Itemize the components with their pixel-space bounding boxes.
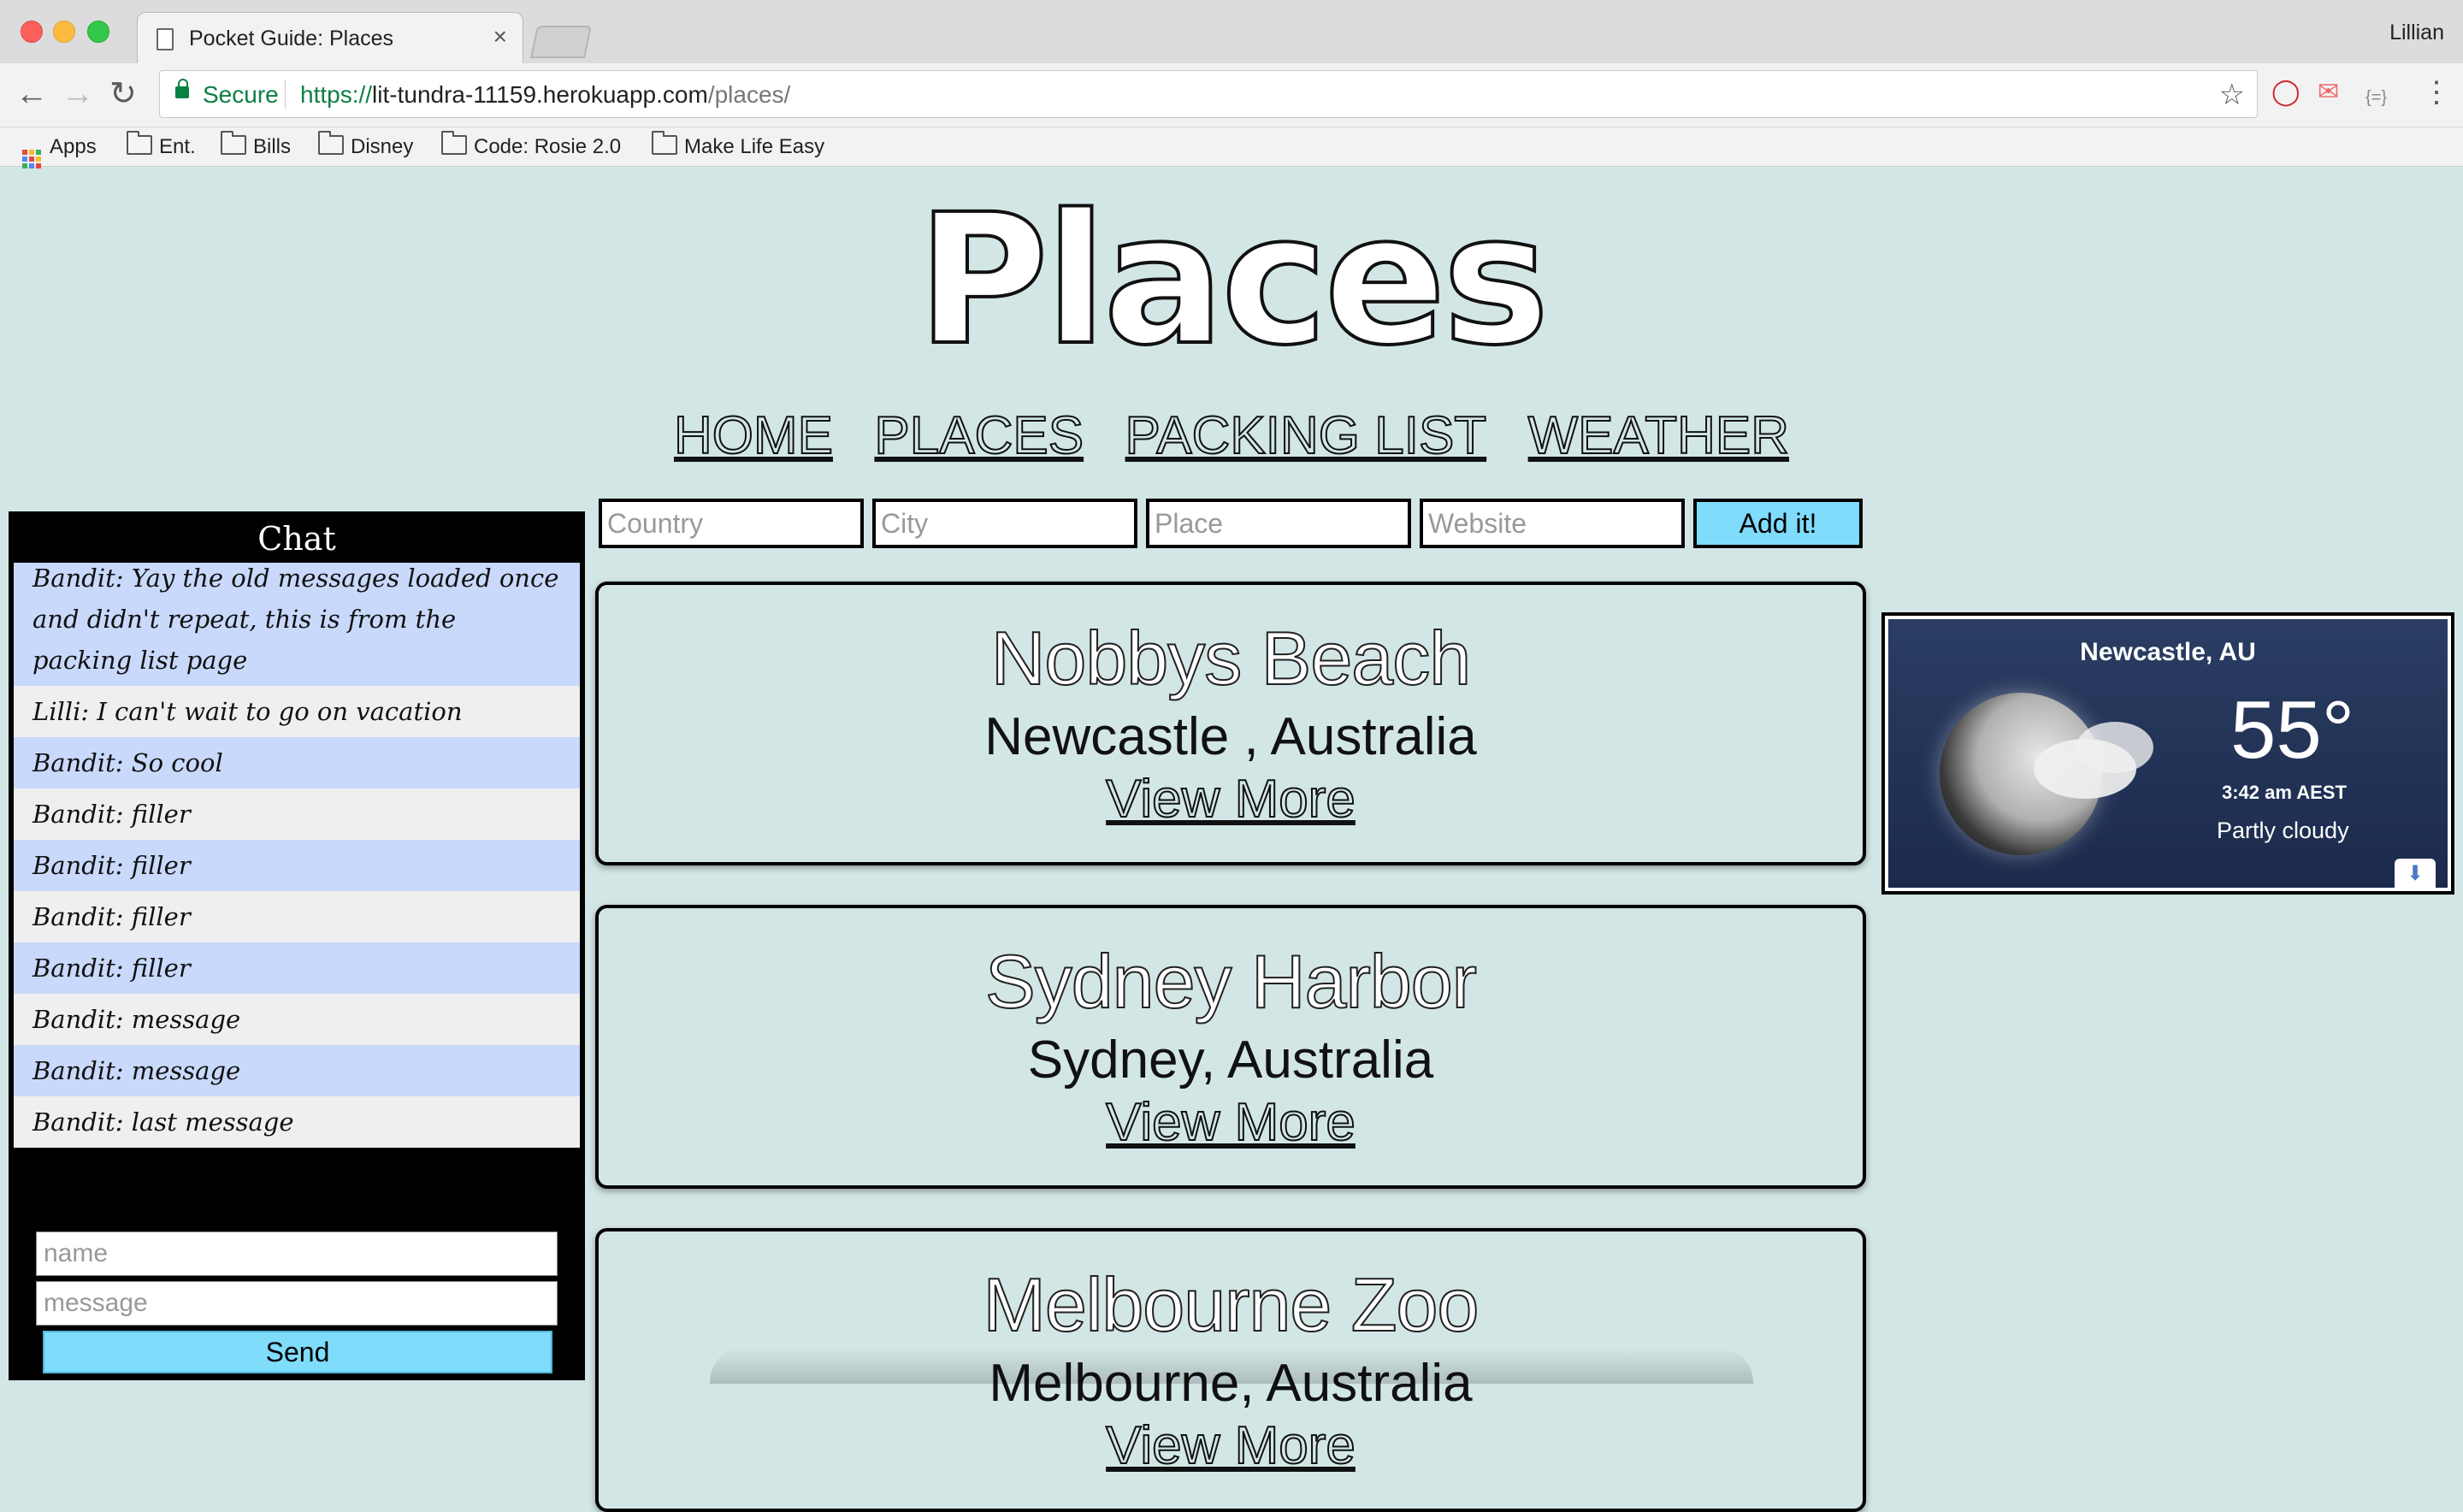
bookmark-folder-code-rosie[interactable]: Code: Rosie 2.0 (441, 131, 622, 159)
place-name: Nobbys Beach (990, 615, 1472, 701)
bookmark-label: Disney (351, 135, 414, 158)
bookmarks-bar: Apps Ent. Bills Disney Code: Rosie 2.0 M… (0, 127, 2463, 168)
extension-icon[interactable]: ✉ (2318, 77, 2339, 108)
bookmark-label: Apps (50, 135, 97, 158)
place-location: Sydney, Australia (1027, 1031, 1434, 1090)
back-arrow-icon[interactable]: ← (15, 77, 48, 111)
opera-extension-icon[interactable]: ◯ (2271, 77, 2301, 108)
view-more-link[interactable]: View More (1105, 1092, 1356, 1153)
close-window-button[interactable] (21, 21, 43, 43)
bookmark-label: Code: Rosie 2.0 (474, 135, 622, 158)
chat-message: Bandit: filler (14, 942, 580, 994)
chat-message: Bandit: message (14, 994, 580, 1045)
bookmark-label: Make Life Easy (684, 135, 825, 158)
bookmark-apps[interactable]: Apps (22, 135, 97, 168)
lock-icon (175, 79, 189, 98)
profile-name[interactable]: Lillian (2389, 21, 2444, 45)
main-nav: HOME PLACES PACKING LIST WEATHER (0, 404, 2463, 469)
cloud-icon (2076, 722, 2153, 773)
weather-condition: Partly cloudy (2217, 818, 2349, 843)
chat-form: Send (36, 1231, 563, 1373)
folder-icon (127, 131, 152, 155)
bookmark-folder-make-life-easy[interactable]: Make Life Easy (652, 131, 825, 159)
scroll-shadow (710, 1348, 1753, 1384)
weather-time: 3:42 am AEST (2222, 782, 2347, 803)
chat-message: Bandit: filler (14, 840, 580, 891)
chat-message-list[interactable]: Bandit: Yay the old messages loaded once… (14, 563, 580, 1223)
weather-temperature: 55° (2230, 684, 2355, 776)
folder-icon (221, 131, 246, 155)
place-name: Melbourne Zoo (983, 1261, 1480, 1348)
folder-icon (652, 131, 677, 155)
bookmark-folder-disney[interactable]: Disney (318, 131, 414, 159)
place-location: Newcastle , Australia (984, 707, 1477, 766)
download-icon[interactable]: ⬇ (2395, 859, 2436, 888)
chat-panel: Chat Bandit: Yay the old messages loaded… (9, 511, 585, 1380)
browser-menu-icon[interactable]: ⋮ (2422, 75, 2451, 109)
new-tab-button[interactable] (529, 26, 593, 58)
minimize-window-button[interactable] (53, 21, 75, 43)
url-scheme: https:// (300, 81, 373, 108)
chat-message: Bandit: filler (14, 788, 580, 840)
bookmark-label: Ent. (159, 135, 196, 158)
send-button[interactable]: Send (43, 1331, 552, 1373)
place-card: Nobbys Beach Newcastle , Australia View … (595, 582, 1866, 865)
document-icon (157, 28, 174, 50)
chat-header: Chat (257, 520, 336, 558)
weather-city: Newcastle, AU (2080, 638, 2256, 666)
view-more-link[interactable]: View More (1105, 1415, 1356, 1476)
bookmark-star-icon[interactable]: ☆ (2219, 78, 2245, 112)
weather-widget[interactable]: Newcastle, AU 55° 3:42 am AEST Partly cl… (1881, 612, 2454, 895)
bookmark-folder-bills[interactable]: Bills (221, 131, 292, 159)
maximize-window-button[interactable] (87, 21, 109, 43)
bookmark-folder-ent[interactable]: Ent. (127, 131, 196, 159)
nav-link-packing-list[interactable]: PACKING LIST (1125, 404, 1488, 469)
tab-close-icon[interactable]: × (493, 23, 507, 50)
chat-message: Bandit: filler (14, 891, 580, 942)
place-card: Sydney Harbor Sydney, Australia View Mor… (595, 905, 1866, 1189)
weather-panel: Newcastle, AU 55° 3:42 am AEST Partly cl… (1888, 619, 2448, 888)
website-input[interactable] (1420, 499, 1685, 548)
nav-link-weather[interactable]: WEATHER (1527, 404, 1790, 469)
browser-toolbar: ← → ↻ Secure https://lit-tundra-11159.he… (0, 63, 2463, 127)
chat-message-input[interactable] (36, 1281, 558, 1326)
place-name: Sydney Harbor (984, 938, 1478, 1025)
nav-link-home[interactable]: HOME (673, 404, 834, 469)
place-input[interactable] (1146, 499, 1411, 548)
view-more-link[interactable]: View More (1105, 769, 1356, 830)
json-extension-icon[interactable]: {=} (2366, 82, 2387, 113)
add-it-button[interactable]: Add it! (1693, 499, 1863, 548)
chat-message: Lilli: I can't wait to go on vacation (14, 686, 580, 737)
url-host: lit-tundra-11159.herokuapp.com (372, 81, 708, 108)
tab-pocket-guide-places[interactable]: Pocket Guide: Places × (137, 12, 523, 64)
reload-icon[interactable]: ↻ (109, 77, 137, 111)
tab-title: Pocket Guide: Places (189, 27, 394, 50)
chat-message: Bandit: last message (14, 1096, 580, 1148)
chat-message: Bandit: So cool (14, 737, 580, 788)
window-titlebar: Pocket Guide: Places × Lillian (0, 0, 2463, 64)
folder-icon (441, 131, 467, 155)
chat-message: Bandit: message (14, 1045, 580, 1096)
url-text[interactable]: https://lit-tundra-11159.herokuapp.com/p… (300, 81, 790, 109)
folder-icon (318, 131, 344, 155)
country-input[interactable] (599, 499, 864, 548)
secure-label: Secure (203, 81, 279, 108)
url-path: /places/ (707, 81, 791, 108)
chat-message: Bandit: Yay the old messages loaded once… (14, 563, 580, 686)
city-input[interactable] (872, 499, 1137, 548)
bookmark-label: Bills (253, 135, 292, 158)
forward-arrow-icon[interactable]: → (62, 77, 94, 111)
address-bar[interactable]: Secure https://lit-tundra-11159.herokuap… (159, 70, 2258, 118)
chat-name-input[interactable] (36, 1231, 558, 1276)
nav-link-places[interactable]: PLACES (873, 404, 1084, 469)
apps-grid-icon (22, 150, 41, 168)
page-title: Places (915, 175, 1551, 385)
url-divider (285, 80, 286, 109)
